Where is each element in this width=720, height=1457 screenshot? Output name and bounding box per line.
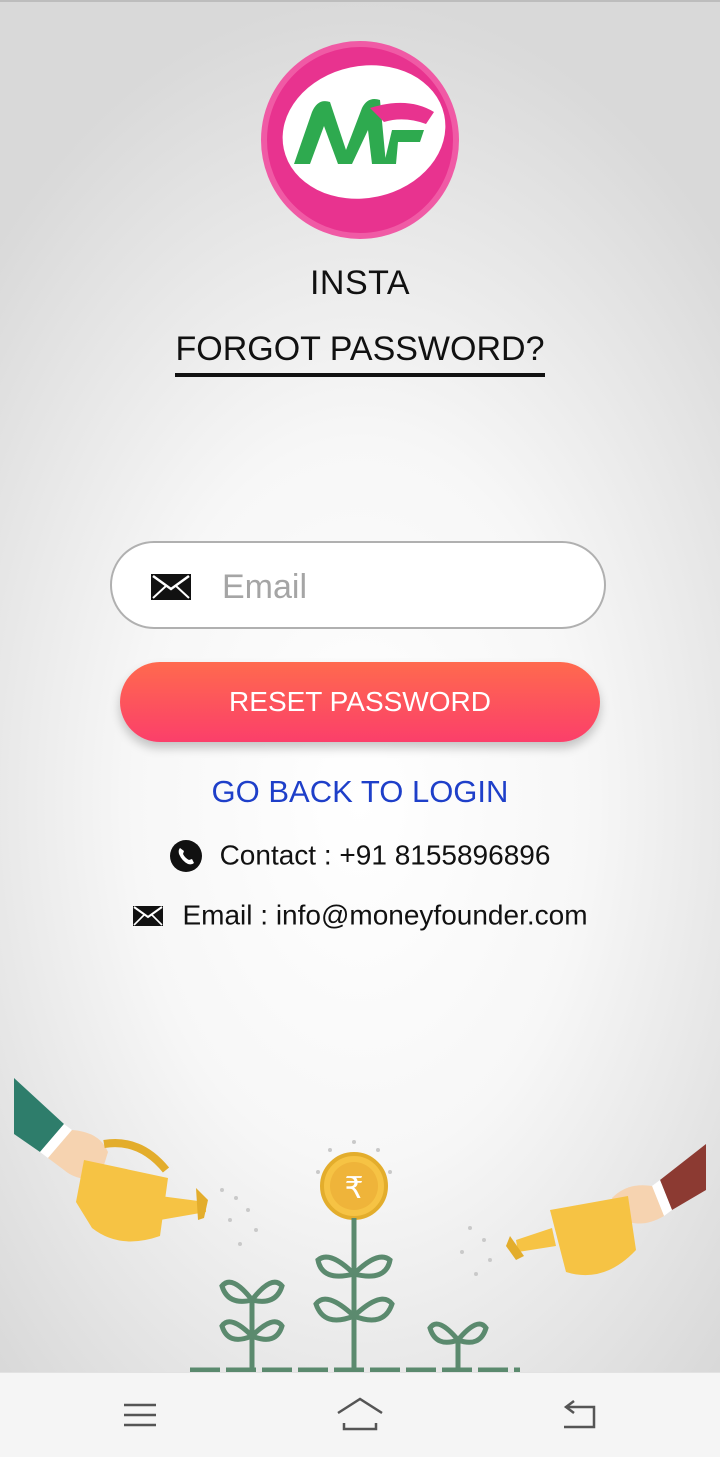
- rupee-icon: ₹: [320, 1152, 388, 1220]
- mail-icon: [151, 574, 191, 600]
- app-logo: [261, 41, 459, 239]
- back-icon[interactable]: [556, 1395, 604, 1435]
- watering-plants-illustration: ₹: [14, 1078, 706, 1373]
- status-divider: [0, 0, 720, 2]
- phone-icon: [169, 839, 202, 872]
- svg-text:₹: ₹: [344, 1171, 363, 1206]
- app-name: INSTA: [309, 264, 411, 302]
- system-nav-bar: [0, 1372, 720, 1457]
- menu-icon[interactable]: [116, 1395, 164, 1435]
- right-watering-can: [506, 1144, 706, 1276]
- reset-password-button[interactable]: RESET PASSWORD: [120, 662, 600, 742]
- email-field[interactable]: [110, 541, 606, 629]
- go-back-to-login-link[interactable]: GO BACK TO LOGIN: [0, 774, 720, 810]
- mail-icon: [133, 905, 164, 926]
- email-input[interactable]: [220, 561, 584, 613]
- contact-phone: Contact : +91 8155896896: [0, 838, 720, 872]
- left-watering-can: [14, 1078, 208, 1242]
- contact-email: Email : info@moneyfounder.com: [0, 898, 720, 932]
- home-icon[interactable]: [336, 1395, 384, 1435]
- contact-phone-text: Contact : +91 8155896896: [219, 839, 551, 871]
- plants: [190, 1218, 520, 1373]
- contact-email-text: Email : info@moneyfounder.com: [182, 899, 588, 931]
- page-title: FORGOT PASSWORD?: [175, 330, 545, 377]
